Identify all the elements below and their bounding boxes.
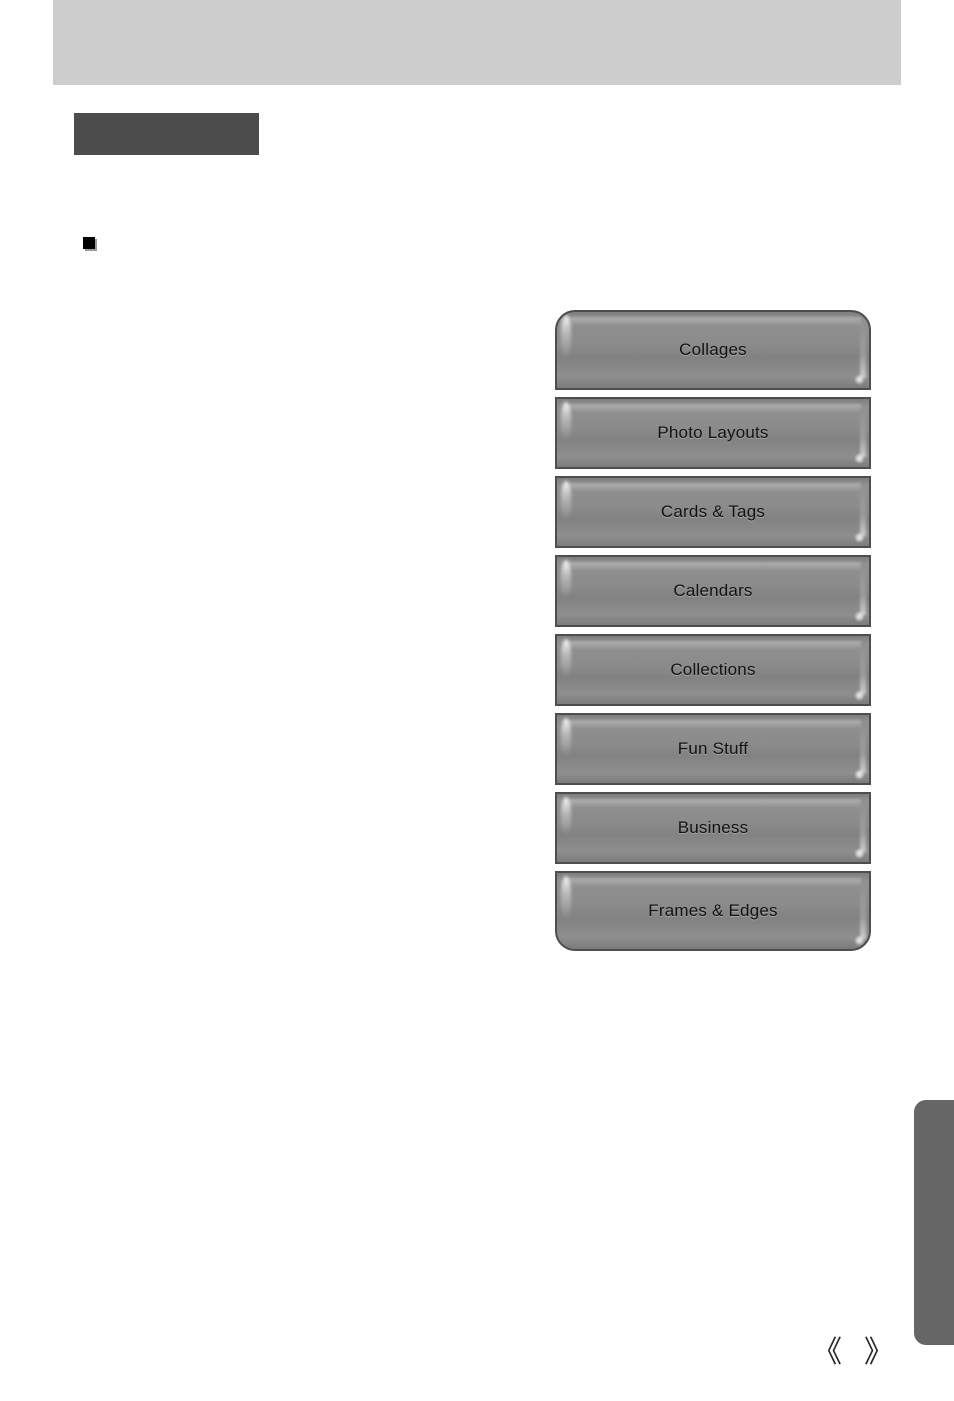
category-button-frames-and-edges[interactable]: Frames & Edges xyxy=(555,871,871,951)
category-button-calendars[interactable]: Calendars xyxy=(555,555,871,627)
category-button-label: Collections xyxy=(670,660,756,679)
page-header-band xyxy=(53,0,901,85)
button-gloss-sheen xyxy=(565,720,861,729)
button-gloss-sheen xyxy=(565,878,861,887)
button-edge-highlight xyxy=(860,405,866,457)
category-button-collages[interactable]: Collages xyxy=(555,310,871,390)
category-button-fun-stuff[interactable]: Fun Stuff xyxy=(555,713,871,785)
next-page-chevron-icon[interactable]: 》 xyxy=(864,1338,894,1368)
button-edge-highlight xyxy=(860,721,866,773)
button-edge-highlight xyxy=(860,800,866,852)
bullet-list-item xyxy=(83,234,109,249)
previous-page-chevron-icon[interactable]: 《 xyxy=(812,1338,842,1368)
category-button-label: Calendars xyxy=(673,581,753,600)
bullet-square-icon xyxy=(83,237,95,249)
category-button-label: Cards & Tags xyxy=(660,502,766,521)
category-button-collections[interactable]: Collections xyxy=(555,634,871,706)
category-button-label: Photo Layouts xyxy=(657,423,769,442)
button-edge-highlight xyxy=(860,484,866,536)
button-edge-highlight xyxy=(860,318,866,378)
button-edge-highlight xyxy=(860,563,866,615)
button-edge-highlight xyxy=(860,642,866,694)
category-button-business[interactable]: Business xyxy=(555,792,871,864)
button-gloss-sheen xyxy=(565,799,861,808)
category-button-cards-and-tags[interactable]: Cards & Tags xyxy=(555,476,871,548)
chapter-side-tab xyxy=(914,1100,954,1345)
category-button-label: Fun Stuff xyxy=(677,739,749,758)
category-button-label: Business xyxy=(677,818,749,837)
button-gloss-sheen xyxy=(565,404,861,413)
section-heading-block xyxy=(74,113,259,155)
button-edge-highlight xyxy=(860,879,866,939)
button-gloss-sheen xyxy=(565,562,861,571)
category-button-photo-layouts[interactable]: Photo Layouts xyxy=(555,397,871,469)
footer-navigation: 《 》 xyxy=(812,1338,894,1368)
button-gloss-sheen xyxy=(565,483,861,492)
template-category-panel: Collages Photo Layouts Cards & Tags Cale… xyxy=(555,310,871,951)
category-button-label: Frames & Edges xyxy=(648,901,778,920)
button-gloss-sheen xyxy=(565,317,861,326)
category-button-label: Collages xyxy=(679,340,747,359)
button-gloss-sheen xyxy=(565,641,861,650)
